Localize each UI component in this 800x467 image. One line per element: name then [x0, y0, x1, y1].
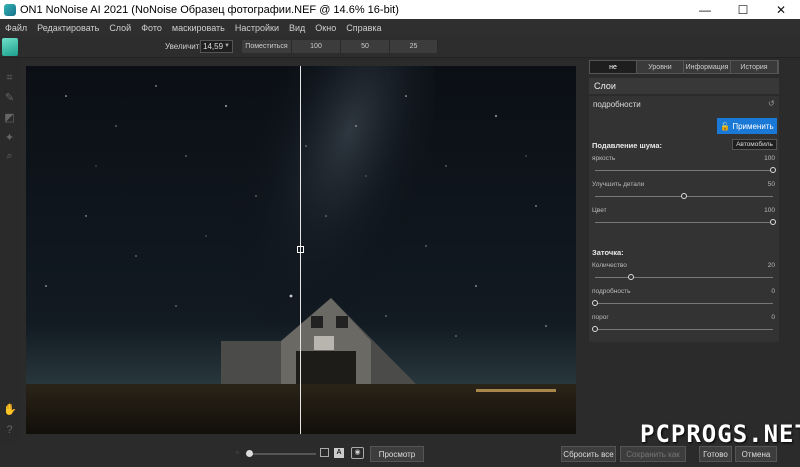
amount-slider[interactable] — [595, 277, 773, 278]
title-bar: ON1 NoNoise AI 2021 (NoNoise Образец фот… — [0, 0, 800, 19]
threshold-slider[interactable] — [595, 329, 773, 330]
small-preview-icon: ▫ — [236, 448, 239, 457]
window-controls: — ☐ ✕ — [686, 0, 800, 19]
tab-navigator[interactable]: не — [590, 61, 637, 73]
zoom-label: Увеличить — [165, 42, 204, 51]
noise-reduction-title: Подавление шума: — [592, 141, 662, 150]
enhance-detail-value: 50 — [767, 181, 775, 188]
menu-edit[interactable]: Редактировать — [32, 23, 104, 33]
tab-history[interactable]: История — [731, 61, 778, 73]
retouch-icon[interactable]: ✦ — [3, 132, 16, 145]
threshold-slider-knob[interactable] — [592, 326, 598, 332]
window-title: ON1 NoNoise AI 2021 (NoNoise Образец фот… — [20, 3, 399, 16]
split-handle[interactable] — [297, 246, 304, 253]
detail-slider-knob[interactable] — [592, 300, 598, 306]
color-label: Цвет — [592, 207, 607, 214]
auto-button[interactable]: Автомобиль — [732, 139, 777, 150]
luminance-label: яркость — [592, 155, 616, 162]
layers-header[interactable]: Слои — [589, 78, 779, 94]
zoom-25-button[interactable]: 25 — [390, 40, 438, 53]
mask-icon[interactable]: ◉ — [351, 447, 364, 459]
menu-photo[interactable]: Фото — [136, 23, 167, 33]
zoom-icon[interactable]: ⌕ — [3, 150, 16, 163]
left-toolbar: ⌗ ✎ ◩ ✦ ⌕ ✋ ? — [0, 58, 20, 448]
minimize-icon[interactable]: — — [686, 0, 724, 19]
zoom-presets: Поместиться 100 50 25 — [242, 40, 438, 53]
cancel-button[interactable]: Отмена — [735, 446, 777, 462]
apply-label: Применить — [732, 121, 774, 131]
unlock-icon: 🔓 — [720, 121, 731, 131]
tab-info[interactable]: Информация — [684, 61, 731, 73]
zoom-value: 14,59 — [203, 42, 224, 51]
menu-bar: Файл Редактировать Слой Фото маскировать… — [0, 19, 800, 36]
color-slider-knob[interactable] — [770, 219, 776, 225]
detail-slider[interactable] — [595, 303, 773, 304]
crop-icon[interactable]: ⌗ — [3, 72, 16, 85]
amount-label: Количество — [592, 262, 627, 269]
panel-tabs: не Уровни Информация История — [589, 60, 779, 74]
sharpening-title: Заточка: — [592, 248, 624, 257]
enhance-detail-slider-knob[interactable] — [681, 193, 687, 199]
luminance-value: 100 — [764, 155, 775, 162]
details-title: подробности — [593, 100, 641, 109]
watermark-text: PCPROGS.NET — [640, 420, 800, 448]
menu-settings[interactable]: Настройки — [230, 23, 284, 33]
menu-file[interactable]: Файл — [0, 23, 32, 33]
preview-button[interactable]: Просмотр — [370, 446, 424, 462]
menu-mask[interactable]: маскировать — [167, 23, 230, 33]
auto-a-icon[interactable]: A — [334, 448, 344, 458]
gradient-icon[interactable]: ◩ — [3, 112, 16, 125]
luminance-slider[interactable] — [595, 170, 773, 171]
reset-icon[interactable]: ↺ — [768, 99, 775, 108]
menu-help[interactable]: Справка — [341, 23, 386, 33]
compare-icon[interactable] — [320, 448, 329, 457]
zoom-fit-button[interactable]: Поместиться — [242, 40, 292, 53]
app-icon — [4, 3, 16, 16]
threshold-value: 0 — [771, 314, 775, 321]
help-icon[interactable]: ? — [3, 424, 16, 437]
zoom-100-button[interactable]: 100 — [292, 40, 341, 53]
close-icon[interactable]: ✕ — [762, 0, 800, 19]
zoom-select[interactable]: 14,59 ▼ — [200, 40, 233, 53]
amount-value: 20 — [767, 262, 775, 269]
zoom-50-button[interactable]: 50 — [341, 40, 390, 53]
tab-levels[interactable]: Уровни — [637, 61, 684, 73]
preview-size-knob[interactable] — [246, 450, 253, 457]
menu-layer[interactable]: Слой — [104, 23, 136, 33]
detail-value: 0 — [771, 288, 775, 295]
maximize-icon[interactable]: ☐ — [724, 0, 762, 19]
menu-window[interactable]: Окно — [310, 23, 341, 33]
enhance-detail-label: Улучшить детали — [592, 181, 645, 188]
save-as-button[interactable]: Сохранить как — [620, 446, 686, 462]
color-slider[interactable] — [595, 222, 773, 223]
amount-slider-knob[interactable] — [627, 274, 634, 280]
luminance-slider-knob[interactable] — [770, 167, 776, 173]
threshold-label: порог — [592, 314, 609, 321]
done-button[interactable]: Готово — [699, 446, 732, 462]
reset-all-button[interactable]: Сбросить все — [561, 446, 616, 462]
preview-size-slider[interactable] — [246, 450, 316, 457]
hand-icon[interactable]: ✋ — [3, 404, 17, 417]
apply-button[interactable]: 🔓 Применить — [717, 118, 777, 134]
menu-view[interactable]: Вид — [284, 23, 310, 33]
detail-label: подробность — [592, 288, 631, 295]
color-value: 100 — [764, 207, 775, 214]
on1-logo-icon[interactable] — [2, 38, 18, 56]
chevron-down-icon: ▼ — [224, 43, 230, 49]
brush-icon[interactable]: ✎ — [3, 92, 16, 105]
